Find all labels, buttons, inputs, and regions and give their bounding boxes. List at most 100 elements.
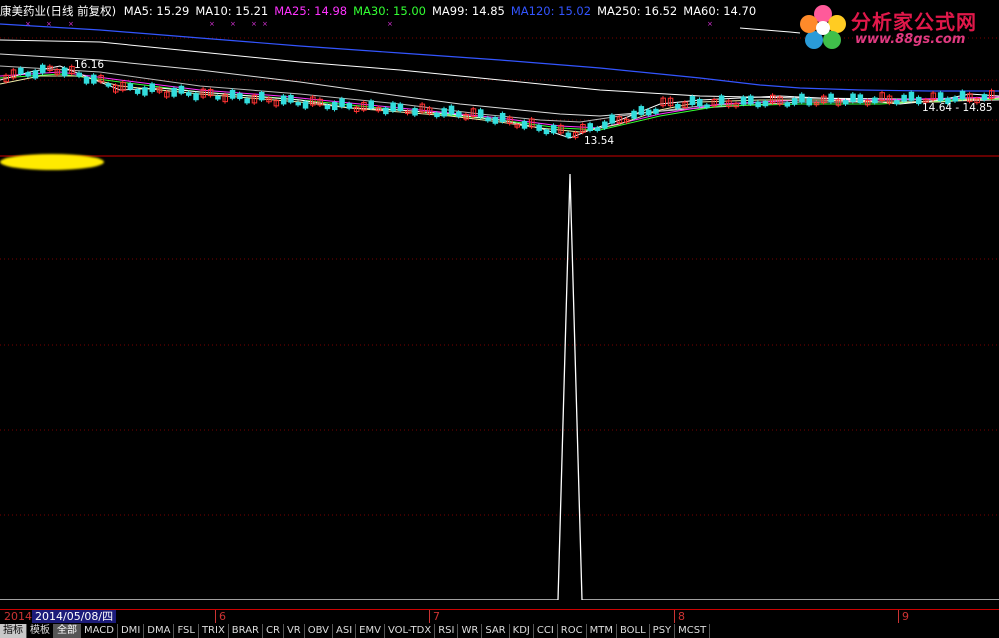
tab-5[interactable]: DMA — [144, 624, 175, 638]
stock-title: 康美药业(日线 前复权) — [0, 4, 117, 18]
tab-10[interactable]: VR — [283, 624, 305, 638]
month-tick — [215, 610, 216, 623]
tab-4[interactable]: DMI — [117, 624, 145, 638]
candle-body — [25, 72, 31, 77]
tab-2[interactable]: 全部 — [54, 624, 81, 638]
tab-12[interactable]: ASI — [333, 624, 357, 638]
tab-23[interactable]: PSY — [649, 624, 676, 638]
candle-body — [602, 121, 608, 129]
candle-body — [718, 95, 725, 105]
highlight-smudge — [0, 154, 104, 170]
tab-15[interactable]: RSI — [435, 624, 459, 638]
candle-body — [193, 93, 199, 101]
candle-body — [456, 111, 462, 117]
candle-body — [390, 102, 396, 112]
candle-body — [448, 105, 455, 115]
candle-body — [551, 124, 557, 134]
tab-20[interactable]: ROC — [557, 624, 587, 638]
candle-body — [959, 90, 966, 100]
candle-body — [609, 114, 615, 124]
candle-body — [521, 120, 528, 129]
candle-body — [587, 123, 593, 132]
tab-0[interactable]: 指标 — [0, 624, 27, 638]
candle-body — [339, 98, 345, 108]
tab-8[interactable]: BRAR — [228, 624, 263, 638]
candle-body — [302, 101, 309, 109]
candle-body — [441, 108, 447, 117]
candle-body — [594, 127, 601, 131]
candle-body — [901, 94, 907, 102]
tab-17[interactable]: SAR — [482, 624, 510, 638]
tab-24[interactable]: MCST — [675, 624, 711, 638]
candle-body — [638, 106, 645, 115]
candle-body — [791, 98, 798, 105]
candlestick-series — [3, 63, 995, 140]
tab-7[interactable]: TRIX — [198, 624, 229, 638]
ma-legend: 康美药业(日线 前复权) MA5: 15.29 MA10: 15.21 MA25: … — [0, 2, 762, 22]
tab-6[interactable]: FSL — [174, 624, 199, 638]
kline-chart-area[interactable]: × × × × × × × × × — [0, 0, 999, 600]
candle-body — [952, 96, 958, 102]
flower-logo-icon — [800, 5, 846, 49]
tab-19[interactable]: CCI — [533, 624, 558, 638]
candle-body — [186, 92, 192, 96]
high-price-label: 16.16 — [74, 59, 105, 71]
candle-body — [748, 95, 754, 105]
candle-body — [18, 67, 24, 75]
tab-22[interactable]: BOLL — [616, 624, 650, 638]
date-axis: 2014 2014/05/08/四 6 7 8 9 — [0, 609, 999, 624]
candle-body — [492, 117, 499, 124]
tab-14[interactable]: VOL-TDX — [384, 624, 436, 638]
tab-1[interactable]: 模板 — [27, 624, 54, 638]
candle-body — [171, 87, 177, 97]
candle-body — [127, 83, 134, 90]
ma-legend-item: MA120: 15.02 — [510, 4, 592, 18]
candle-body — [536, 124, 542, 131]
tab-16[interactable]: WR — [458, 624, 483, 638]
candle-body — [850, 93, 856, 102]
tab-3[interactable]: MACD — [81, 624, 118, 638]
candle-body — [40, 64, 46, 74]
candle-body — [397, 103, 404, 112]
candle-body — [76, 72, 82, 77]
ma60-line — [0, 65, 999, 123]
month-label: 7 — [433, 610, 440, 623]
candle-body — [383, 107, 389, 115]
candle-body — [105, 83, 112, 87]
candle-body — [653, 108, 659, 114]
candle-body — [237, 93, 243, 100]
tab-18[interactable]: KDJ — [509, 624, 534, 638]
tab-11[interactable]: OBV — [304, 624, 333, 638]
candle-body — [91, 74, 97, 84]
candle-body — [478, 109, 484, 118]
candle-body — [215, 95, 221, 100]
indicator-tab-bar: 指标 模板 全部 MACD DMI DMA FSL TRIX BRAR CR VR OBV ASI EMV… — [0, 624, 999, 638]
candle-body — [755, 101, 761, 108]
candle-body — [843, 100, 849, 105]
candle-body — [142, 87, 148, 96]
candle-body — [178, 85, 185, 94]
candle-body — [565, 132, 572, 138]
date-year: 2014 — [4, 610, 32, 623]
candle-body — [908, 91, 915, 101]
candle-body — [229, 89, 236, 99]
ma-legend-item: MA30: 15.00 — [353, 4, 426, 18]
candle-body — [645, 109, 652, 116]
tab-21[interactable]: MTM — [586, 624, 617, 638]
month-tick — [674, 610, 675, 623]
tab-9[interactable]: CR — [263, 624, 284, 638]
candle-body — [32, 70, 39, 79]
ma-legend-item: MA250: 16.52 — [597, 4, 678, 18]
candle-body — [295, 102, 301, 106]
ma-legend-item: MA99: 14.85 — [431, 4, 505, 18]
candle-body — [499, 112, 506, 122]
candle-body — [368, 100, 374, 109]
month-tick — [429, 610, 430, 623]
candle-body — [485, 117, 491, 122]
tab-13[interactable]: EMV — [356, 624, 385, 638]
candle-body — [134, 89, 141, 94]
candle-body — [697, 98, 703, 107]
watermark-url: www.88gs.com — [855, 32, 966, 47]
candle-body — [857, 94, 864, 104]
candle-body — [332, 101, 338, 111]
